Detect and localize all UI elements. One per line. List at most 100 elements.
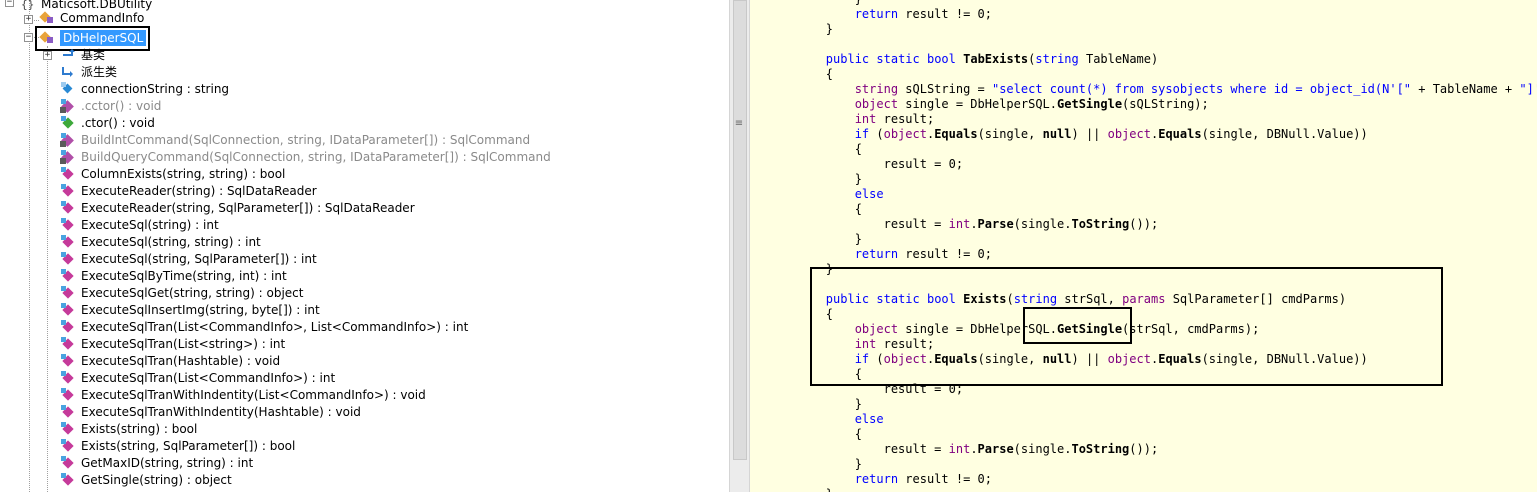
base-types-label: 基类 [81,48,106,62]
member-label: .cctor() : void [81,98,162,113]
code-token: (single. [1013,442,1072,456]
public-static-method-icon [60,251,76,267]
code-token: return [854,7,899,21]
code-line: } [768,397,862,412]
public-static-method-icon [60,319,76,335]
tree-node-member[interactable]: Exists(string) : bool [60,420,197,437]
expand-base-types-toggle[interactable]: + [43,51,52,60]
tree-node-derived-types[interactable]: 派生类 [60,63,117,80]
code-line: else [768,187,884,202]
tree-node-member[interactable]: GetSingle(string) : object [60,471,232,488]
code-token: object [1107,127,1151,141]
tree-node-member[interactable]: ExecuteSqlInsertImg(string, byte[]) : in… [60,301,320,318]
tree-node-member[interactable]: ExecuteSqlByTime(string, int) : int [60,267,287,284]
tree-node-member[interactable]: ExecuteSql(string) : int [60,216,219,233]
tree-node-member[interactable]: ExecuteReader(string, SqlParameter[]) : … [60,199,415,216]
member-label: .ctor() : void [81,115,155,130]
class-icon [39,11,55,25]
base-types-icon [60,47,76,63]
splitter-grip-icon[interactable]: ≡ [734,118,744,130]
code-token: Equals [934,127,978,141]
tree-node-base-types[interactable]: 基类 [60,46,105,63]
code-line: } [768,457,862,472]
code-token: ()); [1129,442,1159,456]
derived-types-label: 派生类 [81,65,118,79]
code-token: result = [768,442,949,456]
code-line: if (object.Equals(single, null) || objec… [768,127,1368,142]
constructor-icon [60,115,76,131]
tree-node-member[interactable]: ExecuteSqlTranWithIndentity(List<Command… [60,386,426,403]
expand-commandinfo-toggle[interactable]: + [24,15,33,24]
code-line: else [768,412,884,427]
collapse-namespace-toggle[interactable]: − [5,0,14,7]
member-label: ExecuteReader(string) : SqlDataReader [81,183,317,198]
member-label: ExecuteSqlByTime(string, int) : int [81,268,287,283]
code-line: object single = DbHelperSQL.GetSingle(sQ… [768,97,1209,112]
tree-node-commandinfo[interactable]: CommandInfo [39,11,144,25]
code-token: (single, [977,127,1043,141]
code-token: single = DbHelperSQL. [898,97,1058,111]
public-static-method-icon [60,336,76,352]
decompiled-code-view[interactable]: } return result != 0; } public static bo… [750,0,1537,492]
tree-node-member[interactable]: ExecuteSqlTran(List<CommandInfo>) : int [60,369,335,386]
code-token: int [854,112,877,126]
code-token: int [948,217,971,231]
code-line: return result != 0; [768,247,992,262]
code-token: { [768,142,862,156]
code-token: } [768,457,862,471]
tree-node-member[interactable]: ExecuteSqlTranWithIndentity(Hashtable) :… [60,403,361,420]
code-line: { [768,67,833,82]
code-token: result; [876,112,935,126]
member-label: ExecuteSqlInsertImg(string, byte[]) : in… [81,302,320,317]
code-token: { [768,427,862,441]
svg-text:{}: {} [21,0,34,11]
tree-node-member[interactable]: ExecuteReader(string) : SqlDataReader [60,182,317,199]
code-line: { [768,427,862,442]
collapse-dbhelpersql-toggle[interactable]: − [24,33,33,42]
tree-node-member[interactable]: ExecuteSqlTran(List<string>) : int [60,335,285,352]
member-label: ExecuteSqlTran(Hashtable) : void [81,353,281,368]
code-line: public static bool TabExists(string Tabl… [768,52,1158,67]
code-token: result = [768,217,949,231]
panel-splitter[interactable]: ≡ [729,0,750,492]
code-token: } [768,0,862,6]
tree-node-member[interactable]: connectionString : string [60,80,229,97]
tree-scrollbar-thumb[interactable] [733,0,747,460]
member-label: ExecuteSql(string, string) : int [81,234,261,249]
tree-node-member[interactable]: GetMaxID(string, string) : int [60,454,253,471]
tree-node-member[interactable]: ExecuteSql(string, SqlParameter[]) : int [60,250,317,267]
tree-node-member[interactable]: ColumnExists(string, string) : bool [60,165,285,182]
member-label: Exists(string) : bool [81,421,198,436]
member-label: ExecuteSqlTran(List<CommandInfo>) : int [81,370,336,385]
code-token: result != 0; [898,7,992,21]
member-label: ExecuteSql(string, SqlParameter[]) : int [81,251,317,266]
code-token: Equals [1158,127,1202,141]
code-token: return [854,247,899,261]
public-static-method-icon [60,285,76,301]
tree-node-member[interactable]: .cctor() : void [60,97,161,114]
code-token: TableName) [1078,52,1159,66]
code-token: return [854,472,899,486]
member-label: ColumnExists(string, string) : bool [81,166,286,181]
tree-node-member[interactable]: Exists(string, SqlParameter[]) : bool [60,437,295,454]
public-static-method-icon [60,353,76,369]
tree-node-member[interactable]: ExecuteSqlTran(Hashtable) : void [60,352,280,369]
code-token: (single, DBNull.Value)) [1201,127,1368,141]
public-static-method-icon [60,370,76,386]
code-token: TabExists [963,52,1029,66]
class-browser-tree[interactable]: − {} Maticsoft.DBUtility + CommandInfo −… [0,0,729,492]
tree-node-member[interactable]: BuildQueryCommand(SqlConnection, string,… [60,148,551,165]
tree-node-member[interactable]: ExecuteSqlTran(List<CommandInfo>, List<C… [60,318,468,335]
public-static-method-icon [60,200,76,216]
code-token: ()); [1129,217,1159,231]
code-token: bool [926,52,956,66]
member-label: ExecuteSql(string) : int [81,217,219,232]
tree-node-member[interactable]: BuildIntCommand(SqlConnection, string, I… [60,131,530,148]
member-label: BuildQueryCommand(SqlConnection, string,… [81,149,551,164]
member-label: ExecuteSqlTran(List<string>) : int [81,336,286,351]
tree-node-member[interactable]: ExecuteSql(string, string) : int [60,233,261,250]
tree-node-member[interactable]: ExecuteSqlGet(string, string) : object [60,284,303,301]
tree-node-member[interactable]: .ctor() : void [60,114,155,131]
